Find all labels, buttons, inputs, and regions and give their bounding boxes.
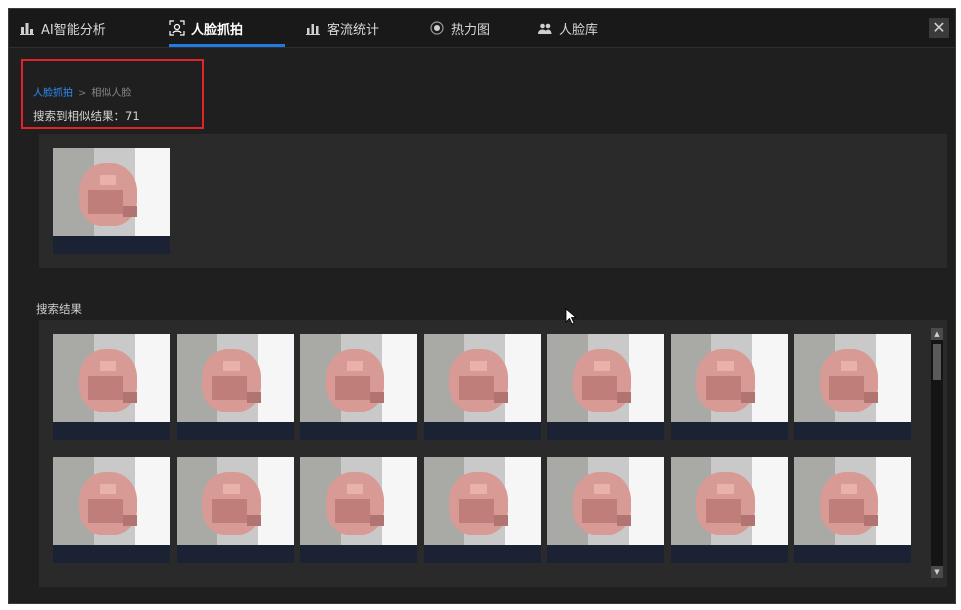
tab-bar: AI智能分析 人脸抓拍 客流统计 热力图 人脸库 ✕ (9, 9, 955, 48)
tab-label: 热力图 (451, 22, 491, 38)
result-face-thumbnail[interactable] (794, 334, 911, 440)
result-face-thumbnail[interactable] (547, 334, 664, 440)
tab-face-capture[interactable]: 人脸抓拍 (169, 9, 285, 47)
people-icon (537, 20, 553, 36)
tab-label: 客流统计 (327, 22, 380, 38)
tab-label: AI智能分析 (41, 22, 106, 38)
scroll-thumb[interactable] (933, 344, 941, 380)
result-face-thumbnail[interactable] (423, 457, 541, 563)
result-count: 搜索到相似结果：71 (33, 109, 140, 123)
tab-face-library[interactable]: 人脸库 (537, 9, 627, 47)
result-face-thumbnail[interactable] (53, 334, 170, 440)
result-face-thumbnail[interactable] (300, 334, 417, 440)
search-results-title: 搜索结果 (36, 302, 82, 316)
scroll-down-arrow-icon[interactable]: ▼ (931, 566, 943, 578)
scroll-up-arrow-icon[interactable]: ▲ (931, 328, 943, 340)
result-face-thumbnail[interactable] (794, 457, 911, 563)
result-face-thumbnail[interactable] (423, 334, 541, 440)
breadcrumb-separator: > (78, 88, 87, 99)
breadcrumb-face-capture-link[interactable]: 人脸抓拍 (33, 88, 73, 99)
heatmap-icon (429, 20, 445, 36)
tab-flow-stats[interactable]: 客流统计 (305, 9, 405, 47)
breadcrumb-highlight-box: 人脸抓拍 > 相似人脸 搜索到相似结果：71 (21, 59, 204, 129)
close-icon: ✕ (932, 18, 946, 37)
result-face-thumbnail[interactable] (53, 457, 170, 563)
result-face-thumbnail[interactable] (547, 457, 664, 563)
scrollbar[interactable]: ▲ ▼ (931, 328, 943, 578)
breadcrumb-current: 相似人脸 (91, 88, 132, 99)
result-face-thumbnail[interactable] (176, 457, 294, 563)
search-results-panel: ▲ ▼ (39, 320, 947, 587)
result-face-thumbnail[interactable] (176, 334, 294, 440)
result-face-thumbnail[interactable] (300, 457, 417, 563)
query-panel (39, 134, 947, 268)
close-button[interactable]: ✕ (929, 18, 949, 38)
bar-chart-icon (305, 20, 321, 36)
building-chart-icon (19, 20, 35, 36)
tab-label: 人脸抓拍 (191, 22, 244, 38)
breadcrumb: 人脸抓拍 > 相似人脸 (33, 84, 131, 99)
query-face-thumbnail[interactable] (53, 148, 170, 254)
tab-heatmap[interactable]: 热力图 (429, 9, 519, 47)
tab-label: 人脸库 (559, 22, 599, 38)
result-face-thumbnail[interactable] (670, 457, 788, 563)
mouse-cursor-icon (565, 308, 578, 325)
tab-ai-analysis[interactable]: AI智能分析 (19, 9, 154, 47)
app-window: AI智能分析 人脸抓拍 客流统计 热力图 人脸库 ✕ 人脸抓拍 > 相似人脸 搜… (8, 8, 956, 604)
result-face-thumbnail[interactable] (670, 334, 788, 440)
face-capture-icon (169, 20, 185, 36)
